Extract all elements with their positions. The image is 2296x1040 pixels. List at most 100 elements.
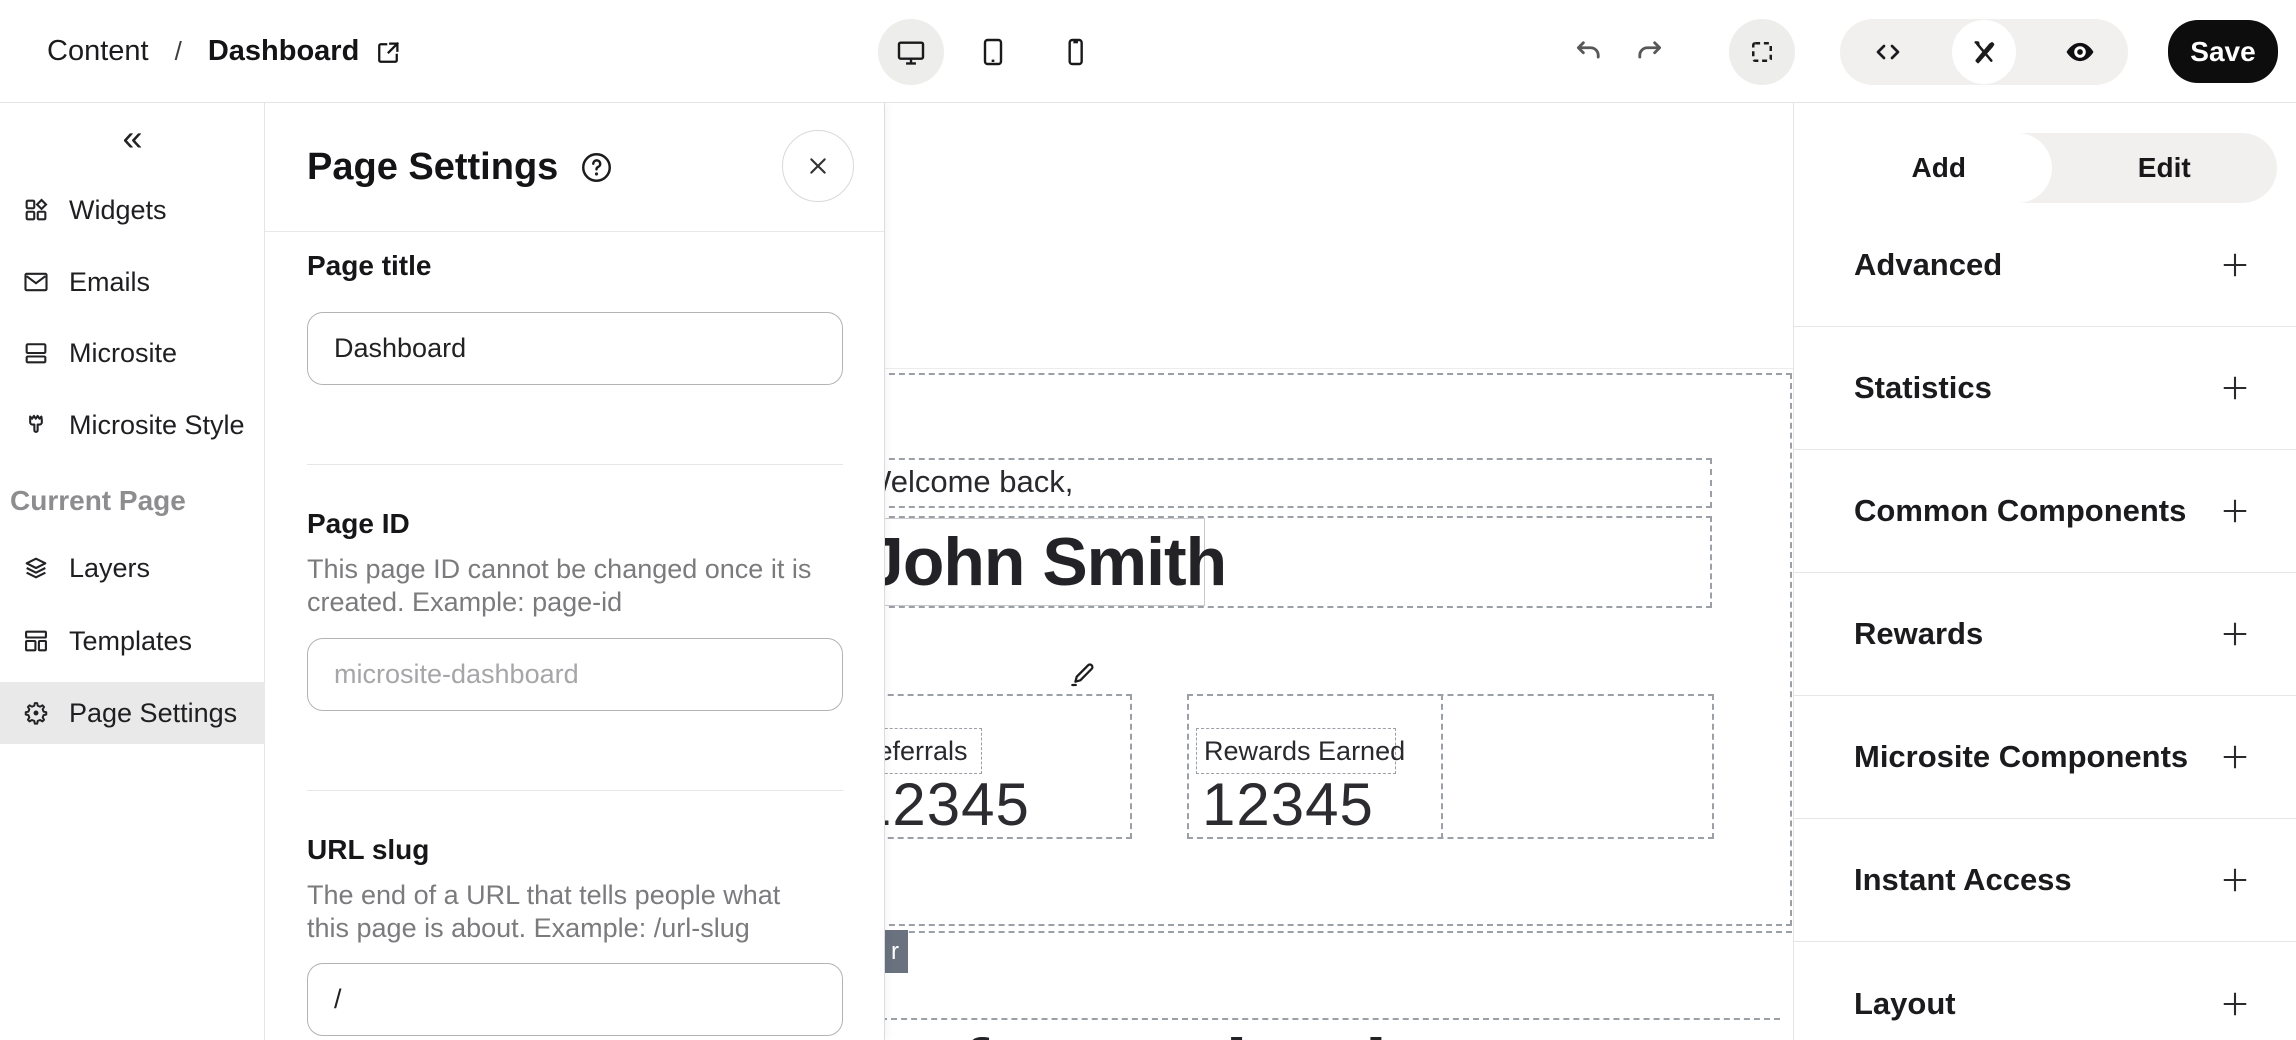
desktop-icon [895,36,927,68]
sidebar-item-microsite[interactable]: Microsite [0,322,265,384]
plus-icon[interactable] [2217,247,2253,283]
page-id-input[interactable] [307,638,843,711]
url-slug-help-text: The end of a URL that tells people what … [307,879,815,945]
inspector-section-common-components[interactable]: Common Components [1794,450,2296,573]
sidebar-item-label: Emails [69,267,150,298]
stat-block-rewards[interactable]: Rewards Earned 12345 [1187,694,1714,839]
section-label: Rewards [1854,616,1983,652]
sidebar-item-widgets[interactable]: Widgets [0,179,265,241]
panel-divider [307,790,843,791]
inspector-sidebar: Add Edit Advanced Statistics Common Comp… [1793,103,2296,1040]
plus-icon[interactable] [2217,739,2253,775]
edit-pencil-icon[interactable] [1065,659,1097,691]
url-slug-input[interactable] [307,963,843,1036]
welcome-text[interactable]: Welcome back, [862,454,1073,510]
select-frame-button[interactable] [1729,19,1795,85]
sidebar-item-page-settings[interactable]: Page Settings [0,682,265,744]
close-panel-button[interactable] [782,130,854,202]
stat-column-divider [1441,694,1443,839]
save-button[interactable]: Save [2168,20,2278,83]
panel-divider [307,464,843,465]
preview-mode-button[interactable] [2048,20,2112,84]
inspector-section-layout[interactable]: Layout [1794,942,2296,1040]
selection-frame-icon [1747,37,1777,67]
plus-icon[interactable] [2217,862,2253,898]
url-slug-label: URL slug [307,834,429,866]
gear-icon [22,699,50,727]
tab-edit[interactable]: Edit [2052,133,2278,203]
inspector-section-statistics[interactable]: Statistics [1794,327,2296,450]
section-label: Statistics [1854,370,1992,406]
external-link-icon[interactable] [373,38,403,68]
microsite-editor: Content / Dashboard [0,0,2296,1040]
plus-icon[interactable] [2217,616,2253,652]
sidebar-section-header: Current Page [10,485,260,517]
redo-icon[interactable] [1632,35,1666,69]
page-title-label: Page title [307,250,431,282]
sidebar-item-layers[interactable]: Layers [0,537,265,599]
tablet-preview-button[interactable] [960,19,1026,85]
inspector-section-instant-access[interactable]: Instant Access [1794,819,2296,942]
stat-label-block[interactable]: Rewards Earned [1196,728,1396,774]
page-id-help-text: This page ID cannot be changed once it i… [307,553,815,619]
sidebar-item-emails[interactable]: Emails [0,251,265,313]
add-edit-toggle: Add Edit [1826,133,2277,203]
breadcrumb-section[interactable]: Content [47,35,149,68]
sidebar-item-label: Templates [69,626,192,657]
section-label: Common Components [1854,493,2186,529]
design-mode-button[interactable] [1952,20,2016,84]
mobile-icon [1059,36,1091,68]
topbar: Content / Dashboard [0,0,2296,103]
envelope-icon [22,268,50,296]
layers-icon [22,554,50,582]
tab-add[interactable]: Add [1826,133,2052,203]
sidebar-item-label: Microsite Style [69,410,245,441]
device-preview-toggle [878,0,1108,103]
editor-mode-toggle [1840,19,2128,85]
collapse-sidebar-button[interactable]: « [0,113,265,163]
plus-icon[interactable] [2217,986,2253,1022]
history-controls [1572,0,1666,103]
tablet-icon [977,36,1009,68]
left-sidebar: « Widgets Emails Microsite Microsi [0,103,265,1040]
stat-label: Rewards Earned [1197,736,1405,767]
refer-heading[interactable]: Refer a Friend [862,1022,1386,1040]
code-icon [1872,36,1904,68]
breadcrumb-page: Dashboard [208,35,403,68]
user-name-heading[interactable]: John Smith [866,516,1226,608]
inspector-section-advanced[interactable]: Advanced [1794,204,2296,327]
section-label: Layout [1854,986,1956,1022]
sidebar-item-label: Page Settings [69,698,237,729]
undo-icon[interactable] [1572,35,1606,69]
page-title-input[interactable] [307,312,843,385]
help-icon[interactable] [578,149,615,186]
stat-value[interactable]: 12345 [1202,770,1374,839]
breadcrumb: Content / Dashboard [47,0,403,103]
paint-brush-icon [22,411,50,439]
eye-icon [2063,35,2097,69]
sidebar-item-label: Widgets [69,195,167,226]
sidebar-item-label: Microsite [69,338,177,369]
page-id-label: Page ID [307,508,410,540]
templates-icon [22,627,50,655]
chevrons-left-icon: « [122,117,142,159]
plus-icon[interactable] [2217,370,2253,406]
plus-icon[interactable] [2217,493,2253,529]
panel-title: Page Settings [307,146,558,189]
inspector-section-microsite-components[interactable]: Microsite Components [1794,696,2296,819]
design-brush-icon [1968,36,2000,68]
close-icon [802,150,834,182]
page-settings-panel: Page Settings Page title Page ID This pa… [265,103,885,1040]
inspector-section-rewards[interactable]: Rewards [1794,573,2296,696]
code-mode-button[interactable] [1856,20,1920,84]
mobile-preview-button[interactable] [1042,19,1108,85]
desktop-preview-button[interactable] [878,19,944,85]
sidebar-item-microsite-style[interactable]: Microsite Style [0,394,265,456]
panel-header: Page Settings [265,103,884,232]
sidebar-item-templates[interactable]: Templates [0,610,265,672]
component-section-list: Advanced Statistics Common Components Re… [1794,204,2296,1040]
breadcrumb-separator: / [175,36,182,67]
section-label: Advanced [1854,247,2002,283]
section-label: Microsite Components [1854,739,2188,775]
breadcrumb-page-label: Dashboard [208,35,359,68]
